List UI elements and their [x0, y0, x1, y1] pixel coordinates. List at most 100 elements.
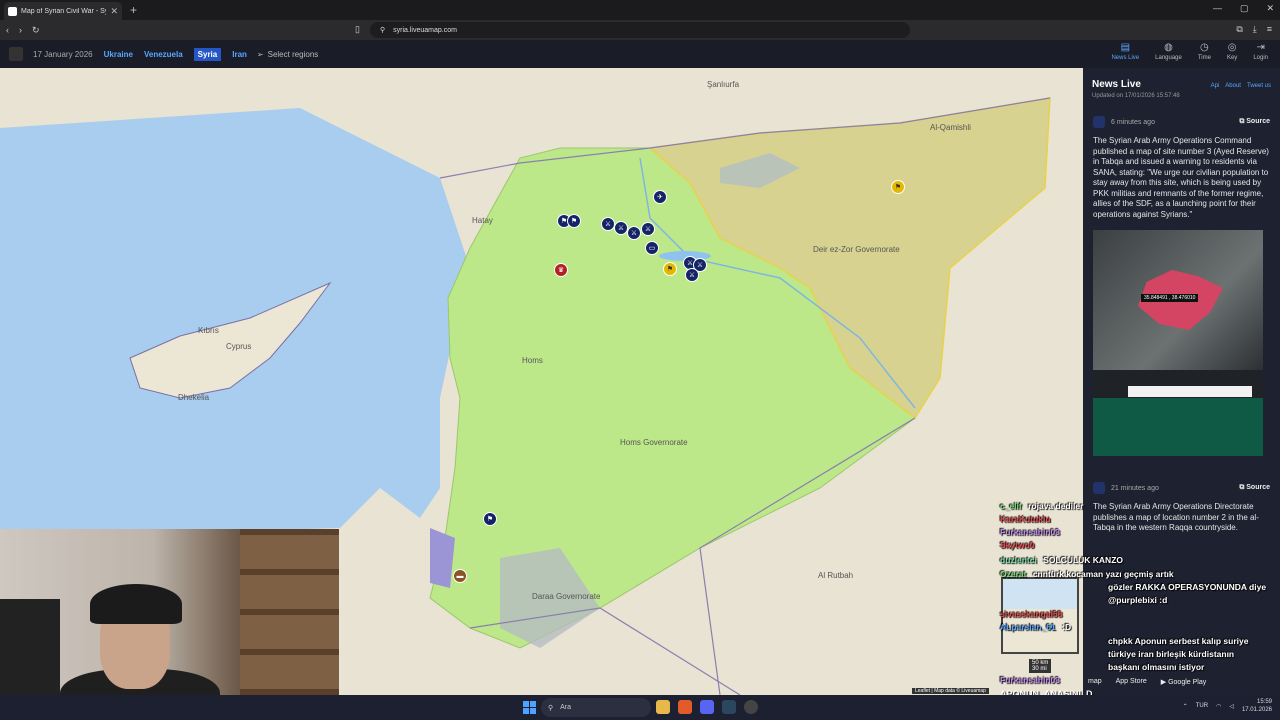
map-label-homs: Homs: [522, 356, 543, 365]
language-label: Language: [1155, 55, 1182, 61]
tab-close-icon[interactable]: ✕: [110, 6, 118, 17]
tray-chevron-icon[interactable]: ⌃: [1183, 703, 1188, 710]
image-caption-box: [1093, 398, 1263, 456]
download-icon[interactable]: ⤓: [1253, 24, 1257, 35]
chat-text: :D: [1062, 622, 1072, 632]
map-label-daraa: Daraa Governorate: [532, 592, 601, 601]
event-marker-megaphone[interactable]: ✈: [653, 190, 667, 204]
news-live-button[interactable]: ▤ News Live: [1111, 43, 1140, 62]
search-icon: ⚲: [548, 704, 554, 712]
news-source-label: Source: [1246, 484, 1270, 491]
news-link-about[interactable]: About: [1225, 83, 1241, 89]
chat-message: chpkk Aponun serbest kalıp suriye: [1108, 635, 1248, 648]
header-date[interactable]: 17 January 2026: [33, 50, 93, 59]
chat-username[interactable]: KaraKutuklu: [1000, 514, 1051, 524]
time-icon: ◷: [1200, 42, 1209, 53]
news-item-image[interactable]: 35.848491 , 38.476010: [1093, 230, 1263, 456]
event-marker-tank[interactable]: ▬: [453, 569, 467, 583]
volume-icon[interactable]: ◁: [1229, 703, 1234, 710]
chat-message: KaraKutuklu: [1000, 513, 1051, 526]
language-button[interactable]: ◍ Language: [1155, 43, 1182, 62]
region-link-ukraine[interactable]: Ukraine: [104, 50, 133, 59]
windows-start-icon[interactable]: [523, 701, 536, 714]
login-icon: ⇥: [1256, 42, 1265, 53]
news-item-body[interactable]: The Syrian Arab Army Operations Command …: [1083, 128, 1280, 228]
news-link-tweet[interactable]: Tweet us: [1247, 83, 1271, 89]
region-link-venezuela[interactable]: Venezuela: [144, 50, 183, 59]
taskbar-search[interactable]: ⚲ Ara: [541, 698, 651, 717]
chat-username[interactable]: sivasskangal58: [1000, 609, 1062, 619]
taskbar-clock[interactable]: 15:59 17.01.2026: [1242, 698, 1272, 714]
event-marker-cluster[interactable]: ⚔: [601, 217, 615, 231]
event-marker-megaphone[interactable]: ⚑: [567, 214, 581, 228]
map-attribution[interactable]: Leaflet | Map data © Liveuamap: [912, 688, 989, 694]
event-marker-truck[interactable]: ▭: [645, 241, 659, 255]
event-marker-cluster[interactable]: ⚔: [627, 226, 641, 240]
new-tab-button[interactable]: +: [130, 3, 137, 17]
news-live-label: News Live: [1111, 55, 1140, 61]
chat-message: @purplebixi :d: [1108, 594, 1167, 607]
event-marker-cluster[interactable]: ⚔: [641, 222, 655, 236]
time-button[interactable]: ◷ Time: [1198, 42, 1211, 62]
maximize-icon[interactable]: ▢: [1240, 3, 1249, 14]
window-controls: — ▢ ✕: [1213, 3, 1274, 14]
chat-username[interactable]: Skytwo0: [1000, 540, 1035, 550]
bookmark-icon[interactable]: ▯: [355, 24, 360, 35]
news-source-link[interactable]: ⧉ Source: [1239, 118, 1270, 126]
back-icon[interactable]: ‹: [6, 25, 9, 35]
event-marker-cluster[interactable]: ⚔: [685, 268, 699, 282]
event-marker-yellow[interactable]: ⚑: [663, 262, 677, 276]
obs-icon[interactable]: [744, 700, 758, 714]
brave-browser-icon[interactable]: [678, 700, 692, 714]
news-link-api[interactable]: Api: [1211, 83, 1220, 89]
chat-username[interactable]: Furkansahin03: [1000, 527, 1060, 537]
site-info-icon[interactable]: ⚲: [380, 26, 385, 34]
forward-icon[interactable]: ›: [19, 25, 22, 35]
key-icon: ◎: [1227, 42, 1237, 53]
login-button[interactable]: ⇥ Login: [1253, 42, 1268, 62]
chat-username[interactable]: Furkansahin03: [1000, 675, 1060, 685]
clock-date: 17.01.2026: [1241, 707, 1272, 713]
browser-tab[interactable]: Map of Syrian Civil War - Syria ne ✕: [4, 2, 122, 20]
browser-tab-bar: Map of Syrian Civil War - Syria ne ✕ + —…: [0, 0, 1280, 20]
news-item-time[interactable]: 6 minutes ago: [1111, 119, 1155, 126]
chat-username[interactable]: c_elif: [1000, 501, 1024, 511]
minimize-icon[interactable]: —: [1213, 3, 1222, 14]
chat-username[interactable]: duzlentci: [1000, 555, 1039, 565]
event-marker-cluster[interactable]: ⚔: [614, 221, 628, 235]
tray-language[interactable]: TUR: [1196, 703, 1208, 709]
menu-icon[interactable]: ≡: [1267, 24, 1272, 35]
news-item-time[interactable]: 21 minutes ago: [1111, 485, 1159, 492]
region-link-syria[interactable]: Syria: [193, 47, 222, 61]
steam-icon[interactable]: [722, 700, 736, 714]
address-bar[interactable]: ⚲ syria.liveuamap.com: [370, 22, 910, 38]
site-header: 17 January 2026 Ukraine Venezuela Syria …: [0, 40, 1280, 68]
news-source-link[interactable]: ⧉ Source: [1239, 484, 1270, 492]
map-label-qamishli: Al-Qamishli: [930, 123, 971, 132]
chat-message: Ozerat cnntürk kocaman yazı geçmiş artık: [1000, 568, 1174, 581]
wifi-icon[interactable]: ◠: [1216, 703, 1221, 710]
chat-username[interactable]: ALparslan_61: [1000, 622, 1058, 632]
extensions-icon[interactable]: ⧉: [1236, 24, 1242, 35]
liveuamap-logo[interactable]: [9, 47, 23, 61]
send-icon: ➢: [256, 49, 264, 59]
event-marker-yellow[interactable]: ⚑: [891, 180, 905, 194]
url-text: syria.liveuamap.com: [393, 26, 457, 34]
file-explorer-icon[interactable]: [656, 700, 670, 714]
close-window-icon[interactable]: ✕: [1266, 3, 1274, 14]
stream-chat-overlay: c_elif rojava dediler KaraKutuklu Furkans…: [1000, 500, 1280, 700]
event-marker-crown[interactable]: ♛: [554, 263, 568, 277]
chat-message: Furkansahin03: [1000, 674, 1060, 687]
browser-toolbar-right: ⧉ ⤓ ≡: [1236, 24, 1272, 35]
tab-title: Map of Syrian Civil War - Syria ne: [21, 7, 106, 15]
chat-message: c_elif rojava dediler: [1000, 500, 1083, 513]
select-regions-button[interactable]: ➢ Select regions: [257, 50, 318, 59]
streamer-webcam: [0, 529, 339, 720]
key-button[interactable]: ◎ Key: [1227, 42, 1237, 62]
reload-icon[interactable]: ↻: [32, 25, 40, 36]
event-marker-megaphone[interactable]: ⚑: [483, 512, 497, 526]
chat-username[interactable]: Ozerat: [1000, 569, 1029, 579]
region-link-iran[interactable]: Iran: [232, 50, 247, 59]
select-regions-label: Select regions: [267, 49, 319, 59]
discord-icon[interactable]: [700, 700, 714, 714]
